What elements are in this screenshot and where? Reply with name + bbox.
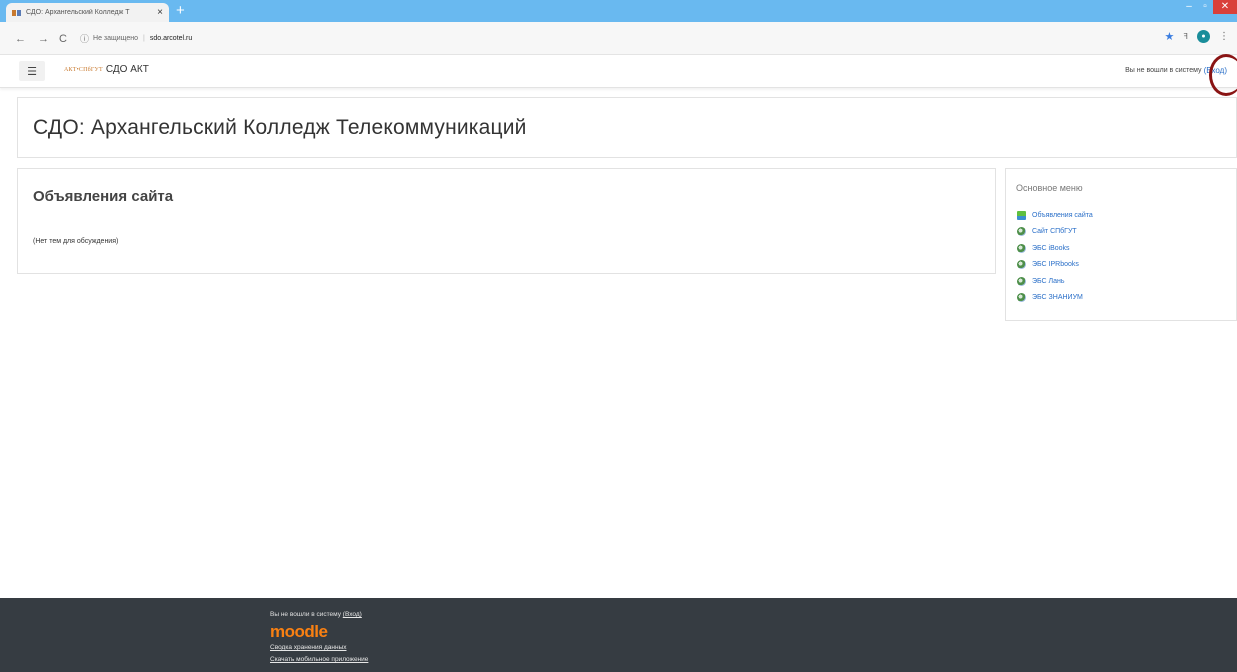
- moodle-logo[interactable]: moodle: [270, 622, 328, 642]
- menu-item-label: ЭБС iBooks: [1032, 244, 1070, 252]
- footer-login-link[interactable]: (Вход): [343, 611, 362, 618]
- site-short-name: СДО АКТ: [105, 64, 149, 75]
- college-logo: АКТ•СПбГУТ: [64, 66, 103, 73]
- tab-close-icon[interactable]: ×: [157, 7, 163, 18]
- menu-item-lan[interactable]: ЭБС Лань: [1017, 273, 1093, 290]
- translate-icon[interactable]: ꟻ: [1183, 32, 1188, 41]
- page-header: СДО: Архангельский Колледж Телекоммуника…: [17, 97, 1237, 158]
- window-controls: – ▫ ✕: [1181, 0, 1237, 18]
- menu-item-ibooks[interactable]: ЭБС iBooks: [1017, 240, 1093, 257]
- url-icon: [1017, 243, 1026, 253]
- browser-menu-icon[interactable]: ⋮: [1219, 31, 1229, 42]
- login-status-text: Вы не вошли в систему: [1125, 67, 1202, 74]
- new-tab-button[interactable]: +: [176, 2, 185, 20]
- empty-discussions-note: (Нет тем для обсуждения): [33, 238, 119, 245]
- site-favicon-icon: [12, 8, 22, 17]
- security-status: Не защищено: [93, 35, 139, 42]
- url-icon: [1017, 260, 1026, 270]
- menu-item-label: ЭБС Лань: [1032, 277, 1065, 285]
- forward-arrow-icon[interactable]: →: [38, 33, 49, 45]
- data-retention-link[interactable]: Сводка хранения данных: [270, 644, 347, 651]
- hamburger-menu-icon[interactable]: ☰: [19, 61, 45, 81]
- main-menu-title: Основное меню: [1016, 183, 1083, 193]
- menu-item-spbgut-site[interactable]: Сайт СПбГУТ: [1017, 224, 1093, 241]
- menu-item-iprbooks[interactable]: ЭБС IPRbooks: [1017, 257, 1093, 274]
- page-title: СДО: Архангельский Колледж Телекоммуника…: [33, 116, 527, 139]
- menu-item-label: Сайт СПбГУТ: [1032, 228, 1077, 236]
- profile-avatar-icon[interactable]: ●: [1197, 30, 1210, 43]
- info-icon[interactable]: ⓘ: [80, 32, 89, 45]
- browser-tab[interactable]: СДО: Архангельский Колледж Т ×: [6, 3, 169, 22]
- menu-item-site-announcements[interactable]: Объявления сайта: [1017, 207, 1093, 224]
- mobile-app-link[interactable]: Скачать мобильное приложение: [270, 656, 368, 663]
- menu-item-label: ЭБС ЗНАНИУМ: [1032, 294, 1083, 302]
- main-menu-list: Объявления сайта Сайт СПбГУТ ЭБС iBooks …: [1017, 207, 1093, 306]
- section-title: Объявления сайта: [33, 188, 174, 205]
- browser-toolbar-icons: ★ ꟻ ● ⋮: [1165, 30, 1229, 43]
- bookmark-star-icon[interactable]: ★: [1165, 30, 1175, 43]
- url-field[interactable]: ⓘ Не защищено | sdo.arcotel.ru: [80, 30, 1140, 47]
- menu-item-label: ЭБС IPRbooks: [1032, 261, 1079, 269]
- tab-title: СДО: Архангельский Колледж Т: [26, 9, 130, 16]
- browser-address-bar: ← → C ⓘ Не защищено | sdo.arcotel.ru ★ ꟻ…: [0, 22, 1237, 55]
- url-text: sdo.arcotel.ru: [149, 35, 193, 42]
- annotation-circle: [1209, 54, 1237, 96]
- site-navbar: ☰ АКТ•СПбГУТ СДО АКТ Вы не вошли в систе…: [0, 55, 1237, 88]
- reload-icon[interactable]: C: [59, 33, 67, 45]
- maximize-button[interactable]: ▫: [1197, 0, 1213, 14]
- forum-icon: [1017, 210, 1026, 220]
- minimize-button[interactable]: –: [1181, 0, 1197, 14]
- page-footer: Вы не вошли в систему (Вход) moodle Свод…: [0, 598, 1237, 672]
- url-separator: |: [143, 35, 145, 42]
- menu-item-label: Объявления сайта: [1032, 211, 1093, 219]
- close-window-button[interactable]: ✕: [1213, 0, 1237, 14]
- url-icon: [1017, 276, 1026, 286]
- back-arrow-icon[interactable]: ←: [15, 33, 26, 45]
- url-icon: [1017, 293, 1026, 303]
- menu-item-znanium[interactable]: ЭБС ЗНАНИУМ: [1017, 290, 1093, 307]
- site-announcements-block: Объявления сайта (Нет тем для обсуждения…: [17, 168, 996, 274]
- footer-login-status: Вы не вошли в систему: [270, 611, 341, 618]
- main-menu-block: Основное меню Объявления сайта Сайт СПбГ…: [1005, 168, 1237, 321]
- url-icon: [1017, 227, 1026, 237]
- site-brand[interactable]: АКТ•СПбГУТ СДО АКТ: [64, 64, 149, 75]
- browser-tab-bar: СДО: Архангельский Колледж Т × + – ▫ ✕: [0, 0, 1237, 22]
- footer-login-info: Вы не вошли в систему (Вход): [270, 611, 362, 618]
